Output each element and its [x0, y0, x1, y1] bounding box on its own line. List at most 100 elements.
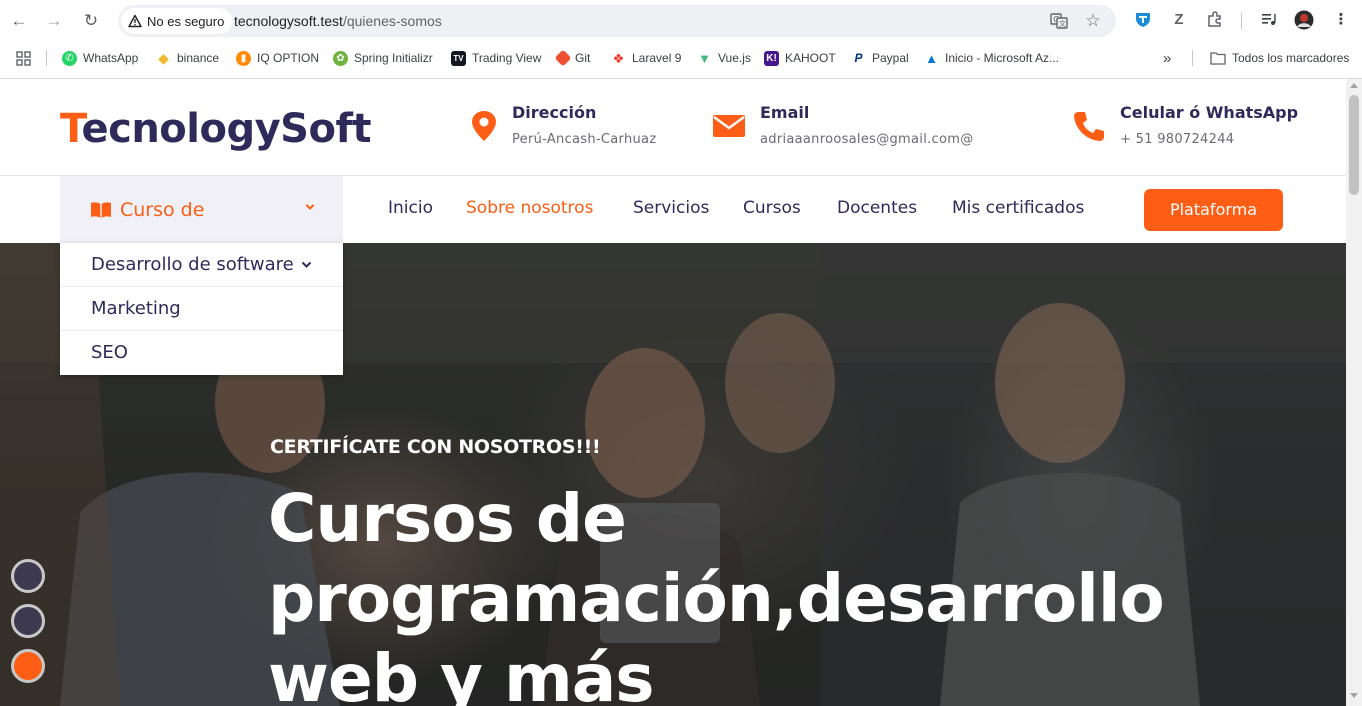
bookmark-label: Spring Initializr	[354, 51, 433, 65]
security-chip[interactable]: No es seguro	[121, 8, 233, 34]
bookmark-paypal[interactable]: P Paypal	[851, 48, 909, 68]
forward-arrow-icon[interactable]: →	[42, 9, 66, 33]
nav-link-servicios[interactable]: Servicios	[633, 198, 709, 218]
nav-link-sobre-nosotros[interactable]: Sobre nosotros	[466, 198, 593, 218]
bookmark-label: Paypal	[872, 51, 909, 65]
address-bar[interactable]: No es seguro tecnologysoft.test/quienes-…	[118, 5, 1116, 37]
nav-link-cursos[interactable]: Cursos	[743, 198, 801, 218]
url-text[interactable]: tecnologysoft.test/quienes-somos	[234, 5, 442, 37]
hero-title-line: Cursos de	[268, 480, 627, 557]
nav-link-inicio[interactable]: Inicio	[388, 198, 433, 218]
kahoot-icon: K!	[764, 50, 779, 66]
phone-icon	[1074, 112, 1104, 141]
apps-grid-icon[interactable]	[16, 48, 31, 68]
address-text: Perú-Ancash-Carhuaz	[512, 132, 657, 147]
main-navbar: Curso de Inicio Sobre nosotros Servicios…	[0, 176, 1346, 243]
phone-text: + 51 980724244	[1120, 132, 1235, 147]
envelope-icon	[713, 115, 745, 137]
reload-icon[interactable]: ↻	[79, 9, 103, 33]
hero-title: Cursos de programación,desarrollo web y …	[268, 479, 1268, 706]
dropdown-item-desarrollo[interactable]: Desarrollo de software	[60, 243, 343, 287]
profile-avatar[interactable]	[1294, 10, 1314, 30]
bookmark-git[interactable]: Git	[554, 48, 590, 68]
laravel-icon: ❖	[612, 50, 625, 66]
translate-icon[interactable]: G文	[1050, 12, 1068, 30]
bookmark-azure[interactable]: ▲ Inicio - Microsoft Az...	[924, 48, 1059, 68]
hero-title-line: programación,desarrollo	[268, 560, 1165, 637]
bookmark-laravel[interactable]: ❖ Laravel 9	[611, 48, 682, 68]
bookmark-tradingview[interactable]: TV Trading View	[451, 48, 541, 68]
url-path: /quienes-somos	[342, 13, 442, 29]
browser-toolbar: ← → ↻ No es seguro tecnologysoft.test/qu…	[0, 0, 1362, 42]
all-bookmarks-button[interactable]: Todos los marcadores	[1210, 48, 1349, 68]
extension-z-icon[interactable]: Z	[1169, 10, 1189, 30]
bookmark-label: Trading View	[472, 51, 542, 65]
bookmark-label: IQ OPTION	[257, 51, 320, 65]
bookmarks-bar: ✆ WhatsApp ◆ binance ▮ IQ OPTION ✿ Sprin…	[0, 44, 1362, 72]
toolbar-divider	[1241, 13, 1242, 29]
dropdown-item-marketing[interactable]: Marketing	[60, 287, 343, 331]
svg-text:文: 文	[1059, 19, 1066, 28]
bookmark-label: Inicio - Microsoft Az...	[945, 51, 1060, 65]
binance-icon: ◆	[158, 49, 169, 66]
nav-link-mis-certificados[interactable]: Mis certificados	[952, 198, 1084, 218]
git-icon	[554, 49, 572, 67]
more-bookmarks-button[interactable]: »	[1163, 48, 1171, 68]
category-label: Curso de	[120, 198, 205, 221]
category-dropdown-menu: Desarrollo de software Marketing SEO	[60, 243, 343, 375]
bookmarks-divider	[1192, 50, 1193, 66]
vue-icon: ▼	[698, 50, 711, 66]
address-title: Dirección	[512, 103, 597, 122]
platform-button[interactable]: Plataforma	[1144, 189, 1283, 231]
map-pin-icon	[472, 111, 496, 141]
folder-icon	[1210, 52, 1226, 65]
browser-chrome: ← → ↻ No es seguro tecnologysoft.test/qu…	[0, 0, 1362, 79]
media-control-icon[interactable]	[1259, 10, 1279, 30]
scroll-up-arrow-icon[interactable]	[1350, 83, 1358, 88]
email-title: Email	[760, 103, 810, 122]
carousel-dot[interactable]	[11, 604, 45, 638]
logo-initial: T	[60, 106, 82, 152]
kebab-menu-icon[interactable]: ⋮	[1331, 10, 1351, 30]
iqoption-icon: ▮	[236, 50, 251, 66]
address-info: Dirección Perú-Ancash-Carhuaz	[470, 101, 656, 147]
category-dropdown-button[interactable]: Curso de	[60, 176, 343, 243]
bookmark-label: WhatsApp	[83, 51, 139, 65]
open-book-icon	[91, 201, 111, 218]
email-text: adriaaanroosales@gmail.com@	[760, 132, 974, 147]
nav-link-docentes[interactable]: Docentes	[837, 198, 917, 218]
bookmark-spring[interactable]: ✿ Spring Initializr	[333, 48, 433, 68]
site-logo[interactable]: TecnologySoft	[60, 106, 371, 152]
star-icon[interactable]: ☆	[1084, 12, 1102, 30]
web-page: TecnologySoft Dirección Perú-Ancash-Carh…	[0, 79, 1346, 706]
carousel-dot[interactable]	[11, 559, 45, 593]
phone-title: Celular ó WhatsApp	[1120, 103, 1299, 122]
scrollbar-thumb[interactable]	[1349, 95, 1359, 195]
hero-subtitle: CERTIFÍCATE CON NOSOTROS!!!	[270, 436, 601, 458]
bookmark-iqoption[interactable]: ▮ IQ OPTION	[236, 48, 319, 68]
bookmark-whatsapp[interactable]: ✆ WhatsApp	[62, 48, 138, 68]
tradingview-icon: TV	[451, 50, 466, 66]
bookmark-binance[interactable]: ◆ binance	[156, 48, 219, 68]
dropdown-item-label: Marketing	[91, 298, 181, 319]
carousel-dot-active[interactable]	[11, 649, 45, 683]
back-arrow-icon[interactable]: ←	[7, 9, 31, 33]
scroll-down-arrow-icon[interactable]	[1350, 693, 1358, 698]
bookmark-label: KAHOOT	[785, 51, 836, 65]
bookmark-label: Laravel 9	[632, 51, 682, 65]
url-host: tecnologysoft.test	[234, 13, 343, 29]
chevron-double-right-icon: »	[1163, 49, 1172, 67]
chevron-down-icon	[301, 261, 312, 268]
extension-shield-icon[interactable]	[1133, 10, 1153, 30]
hero-title-line: web y más	[268, 640, 655, 706]
dropdown-item-label: Desarrollo de software	[91, 254, 294, 275]
dropdown-item-seo[interactable]: SEO	[60, 331, 343, 375]
bookmarks-divider	[46, 50, 47, 66]
bookmark-kahoot[interactable]: K! KAHOOT	[764, 48, 836, 68]
warning-icon	[128, 14, 142, 28]
extensions-puzzle-icon[interactable]	[1205, 10, 1225, 30]
bookmark-vue[interactable]: ▼ Vue.js	[697, 48, 751, 68]
all-bookmarks-label: Todos los marcadores	[1232, 51, 1350, 65]
page-scrollbar[interactable]	[1346, 79, 1362, 706]
phone-info: Celular ó WhatsApp + 51 980724244	[1072, 101, 1298, 147]
